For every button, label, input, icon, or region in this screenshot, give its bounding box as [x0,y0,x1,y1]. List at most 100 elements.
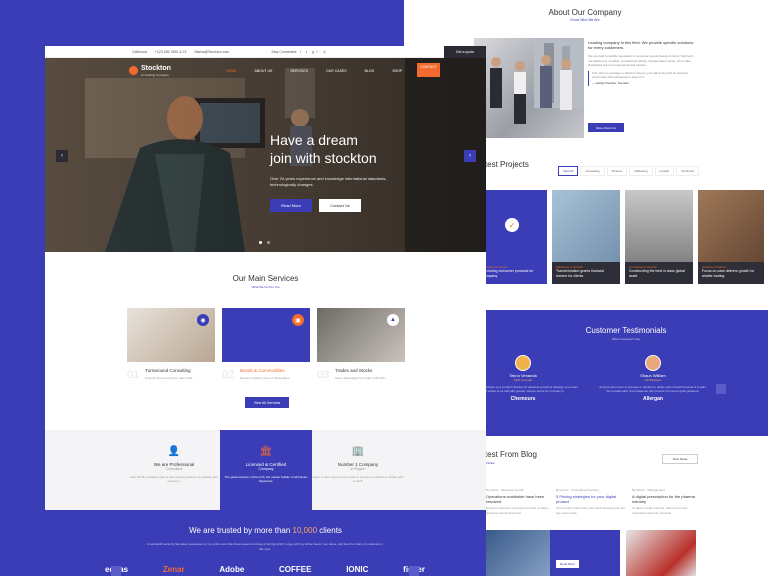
nav-about[interactable]: ABOUT US [252,67,276,77]
project-caption: Marketing & Growth Transformation grants… [552,262,620,284]
tab-view-all[interactable]: View All [558,166,579,176]
project-card[interactable]: Consulting & Growth Constructing the bes… [625,190,693,284]
services-title: Our Main Services [232,274,299,283]
blog-post-title[interactable]: 5 Pricing strategies for your digital pr… [556,494,626,504]
testimonial-item: Shaun William HR Manager Anyone who love… [598,355,708,402]
service-icon: ◉ [197,314,209,326]
service-image[interactable]: ◉ [127,308,215,362]
service-name[interactable]: Turnaround Consulting [145,368,191,373]
tab-technical[interactable]: Technical [676,166,699,176]
trust-title-post: clients [317,526,342,535]
main-nav: HOME ABOUT US SERVICES OUR CASES BLOG SH… [223,63,440,77]
chevron-left-icon[interactable]: ‹ [56,150,68,162]
tab-growth[interactable]: Growth [654,166,675,176]
contact-us-button[interactable]: Contact Us [319,199,361,212]
tab-marketing[interactable]: Marketing [629,166,653,176]
about-quote-author: — Ashley Fletcher, Founder [592,81,630,86]
nav-contact[interactable]: CONTACT [417,63,440,77]
email-text[interactable]: Mailus@Stockton.com [194,50,229,54]
read-more-button[interactable]: Read More [556,560,579,568]
brand-name[interactable]: Stockton [141,65,171,72]
logos-next-button[interactable] [409,566,419,576]
project-card[interactable]: Growth & Finance Focus on case delivers … [698,190,764,284]
feature-text: Again is there anyone who loves to pursu… [312,475,404,484]
service-number: 03 [317,369,330,381]
service-image[interactable]: ▲ [317,308,405,362]
project-caption: Consulting & Growth Constructing the bes… [625,262,693,284]
logos-prev-button[interactable] [111,566,121,576]
feature-sub: Company [258,467,274,471]
blog-post-title[interactable]: A digital prescription for the pharma in… [632,494,702,504]
logo-icon[interactable] [129,66,138,75]
tab-finance[interactable]: Finance [606,166,628,176]
briefcase-icon: ▣ [292,314,304,326]
avatar [645,355,661,371]
trust-text: A wonderful serenity has taken possessio… [147,542,383,551]
blog-image[interactable] [486,530,556,576]
client-logo: Allergan [642,396,663,403]
blog-post[interactable]: By Admin · Business Growth Operations wo… [486,488,556,515]
testimonial-text: Anyone who loves or pursues or desires t… [599,385,707,394]
about-body: We are held incredible reputation in con… [588,54,694,67]
read-more-button[interactable]: Read More [270,199,312,212]
feature-text: The great explorer of the truth, the mas… [224,475,308,484]
brand-tagline: Consulting Company [141,73,169,77]
hero-heading-line1: Have a dream [270,132,358,148]
testimonials-subtitle: What Customers Say [611,337,641,341]
link-icon[interactable]: ✓ [505,218,519,232]
user-icon: 👤 [167,445,181,457]
hero-overlay [45,58,486,252]
feature-sub: in Region [350,467,366,471]
blog-meta: By Admin · Business Growth [486,488,525,492]
nav-home[interactable]: HOME [223,67,240,77]
feature-sub: Consultant [165,467,183,471]
client-logo: Adobe [219,565,245,574]
service-name[interactable]: Trades and Stocks [335,368,372,373]
service-desc: Some advantage from right of all with... [335,376,388,380]
hero-heading-line2: join with stockton [270,150,377,167]
phone-text[interactable]: +123 456 7890 & 23 [155,50,187,54]
blog-image[interactable]: Read More [550,530,620,576]
about-lead: Leading company in this field. We provid… [588,40,694,51]
about-title: About Our Company [548,8,622,17]
blog-meta: By Admin · Management [632,488,665,492]
tab-consulting[interactable]: Consulting [580,166,605,176]
slider-dot[interactable] [267,241,270,244]
nav-blog[interactable]: BLOG [362,67,378,77]
blog-post-title[interactable]: Operations worldwide have been resolved [486,494,556,504]
client-logos: editas Zenar Adobe COFFEE IONIC fisher [105,565,425,574]
location-text: California [132,49,147,54]
nav-cases[interactable]: OUR CASES [323,67,350,77]
social-icons[interactable]: f t g+ ◎ [300,50,328,54]
slider-dot[interactable] [259,241,262,244]
project-name: Transformation grants financial income f… [556,269,604,278]
nav-shop[interactable]: SHOP [389,67,405,77]
nav-services[interactable]: SERVICES [287,67,311,77]
blog-post[interactable]: By Admin · Management A digital prescrip… [632,488,702,515]
about-subtitle: Know Who We Are [570,18,600,22]
chevron-right-icon[interactable]: › [464,150,476,162]
services-subtitle: What We Do For You [251,285,280,289]
project-caption: Growth & Finance Providing consumer prod… [479,262,547,284]
view-news-button[interactable]: View News [662,454,698,464]
trust-title: We are trusted by more than 10,000 clien… [45,526,486,535]
carousel-next-button[interactable] [716,384,726,394]
blog-post[interactable]: By Admin · Financial Accounting 5 Pricin… [556,488,626,515]
team-people-image [490,38,584,124]
testimonials-title: Customer Testimonials [585,326,667,335]
hero-slider: Stockton Consulting Company HOME ABOUT U… [45,58,486,252]
avatar [515,355,531,371]
service-number: 01 [127,369,140,381]
feature-item: 🏢 Number 1 Company in Region Again is th… [312,444,404,484]
project-name: Constructing the best in class global as… [629,269,686,278]
project-card[interactable]: Marketing & Growth Transformation grants… [552,190,620,284]
blog-meta: By Admin · Financial Accounting [556,488,599,492]
project-card[interactable]: ✓ Growth & Finance Providing consumer pr… [479,190,547,284]
view-all-services-button[interactable]: View All Services [245,397,289,408]
client-logo: Zenar [162,565,185,574]
service-image[interactable]: ▣ [222,308,310,362]
get-quote-button[interactable]: Get a quote [444,46,486,58]
service-name[interactable]: Bonds & Commodities [240,368,285,373]
blog-image[interactable] [626,530,696,576]
more-about-us-button[interactable]: More About Us [588,123,624,132]
